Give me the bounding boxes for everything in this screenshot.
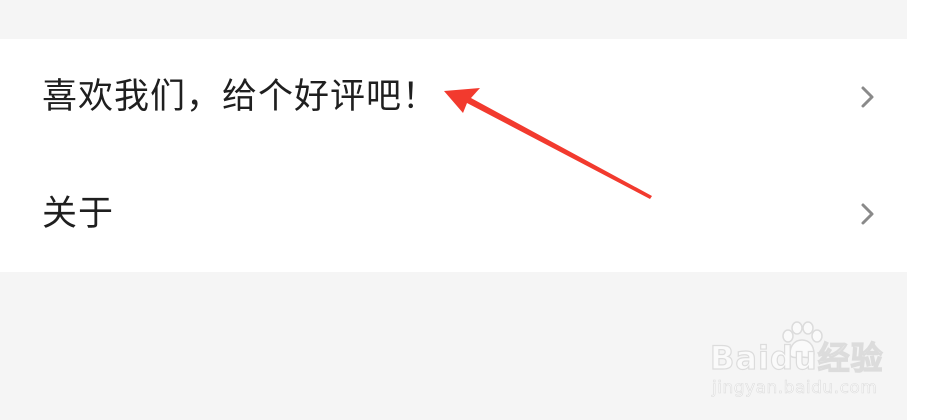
watermark-logo-text: Baidu经验 xyxy=(709,338,884,377)
about-label: 关于 xyxy=(42,194,115,234)
red-arrow-icon xyxy=(444,88,652,199)
chevron-right-icon xyxy=(861,86,874,108)
watermark-url: jingyan.baidu.com xyxy=(712,378,878,399)
baidu-jingyan-watermark: Baidu经验 jingyan.baidu.com xyxy=(708,320,888,400)
top-background xyxy=(0,0,907,39)
chevron-right-icon xyxy=(861,203,874,225)
rate-us-label: 喜欢我们，给个好评吧！ xyxy=(42,77,439,117)
